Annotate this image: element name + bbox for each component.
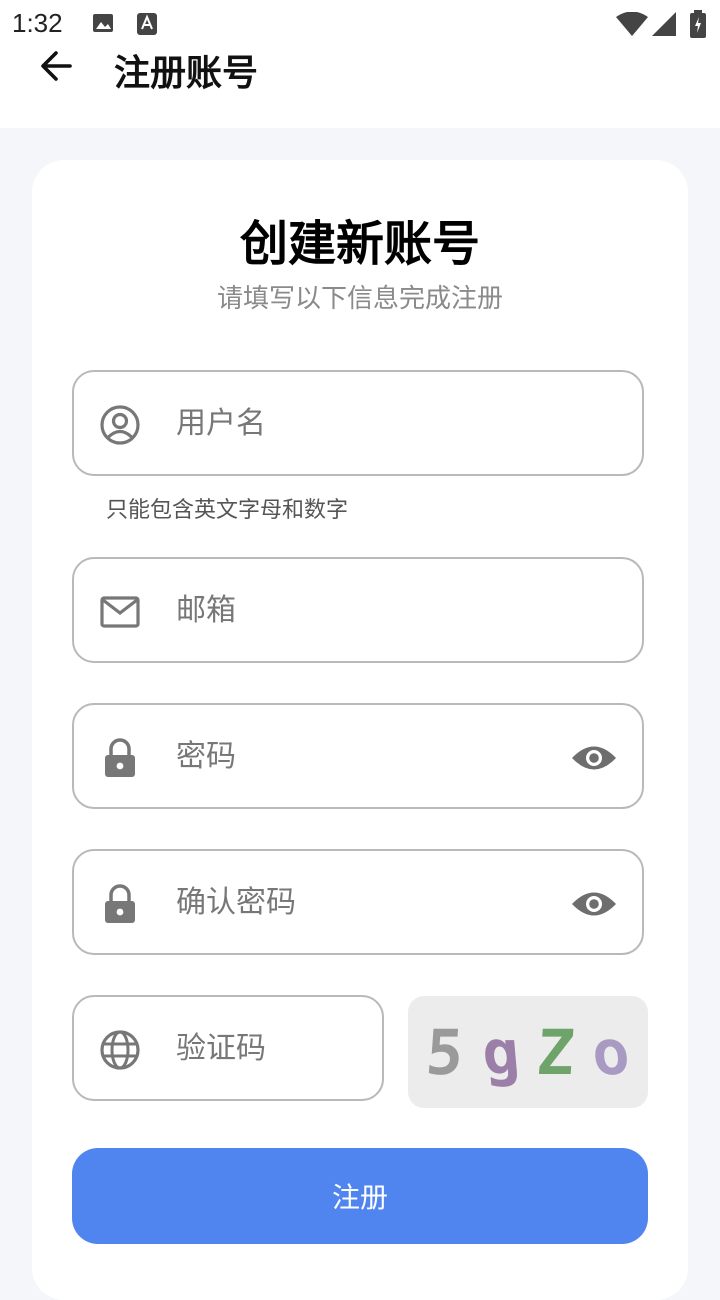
form-title: 创建新账号 xyxy=(239,216,480,272)
captcha-char: o xyxy=(589,1015,633,1089)
page-title: 注册账号 xyxy=(114,53,259,94)
email-input[interactable] xyxy=(176,559,556,661)
captcha-char: 5 xyxy=(423,1015,467,1089)
email-field[interactable] xyxy=(72,557,644,663)
lock-icon xyxy=(100,738,140,778)
font-notification-icon xyxy=(136,12,158,40)
mail-icon xyxy=(100,592,140,632)
captcha-field[interactable] xyxy=(72,995,384,1101)
username-field[interactable] xyxy=(72,370,644,476)
eye-icon xyxy=(572,746,616,770)
lock-icon xyxy=(100,884,140,924)
captcha-char: Z xyxy=(534,1015,577,1089)
register-card: 创建新账号 请填写以下信息完成注册 只能包含英文字母和数字 xyxy=(32,160,688,1300)
captcha-image[interactable]: 5gZo xyxy=(408,996,648,1108)
top-bar: 1:32 注册账号 xyxy=(0,0,720,128)
confirm-password-input[interactable] xyxy=(176,851,556,953)
form-subtitle: 请填写以下信息完成注册 xyxy=(216,284,503,314)
register-button[interactable]: 注册 xyxy=(72,1148,648,1244)
username-input[interactable] xyxy=(176,372,556,474)
globe-icon xyxy=(100,1030,140,1070)
back-button[interactable] xyxy=(32,42,80,90)
toggle-confirm-password-visibility-button[interactable] xyxy=(570,884,618,924)
password-field[interactable] xyxy=(72,703,644,809)
captcha-char: g xyxy=(478,1015,523,1089)
eye-icon xyxy=(572,892,616,916)
toggle-password-visibility-button[interactable] xyxy=(570,738,618,778)
captcha-input[interactable] xyxy=(176,997,366,1099)
image-notification-icon xyxy=(92,12,114,38)
password-input[interactable] xyxy=(176,705,556,807)
username-hint: 只能包含英文字母和数字 xyxy=(106,498,349,523)
arrow-left-icon xyxy=(41,51,72,81)
cellular-signal-icon xyxy=(652,12,676,40)
confirm-password-field[interactable] xyxy=(72,849,644,955)
account-circle-icon xyxy=(100,405,140,445)
wifi-icon xyxy=(616,11,648,40)
battery-icon xyxy=(690,10,706,42)
status-time: 1:32 xyxy=(12,8,63,38)
